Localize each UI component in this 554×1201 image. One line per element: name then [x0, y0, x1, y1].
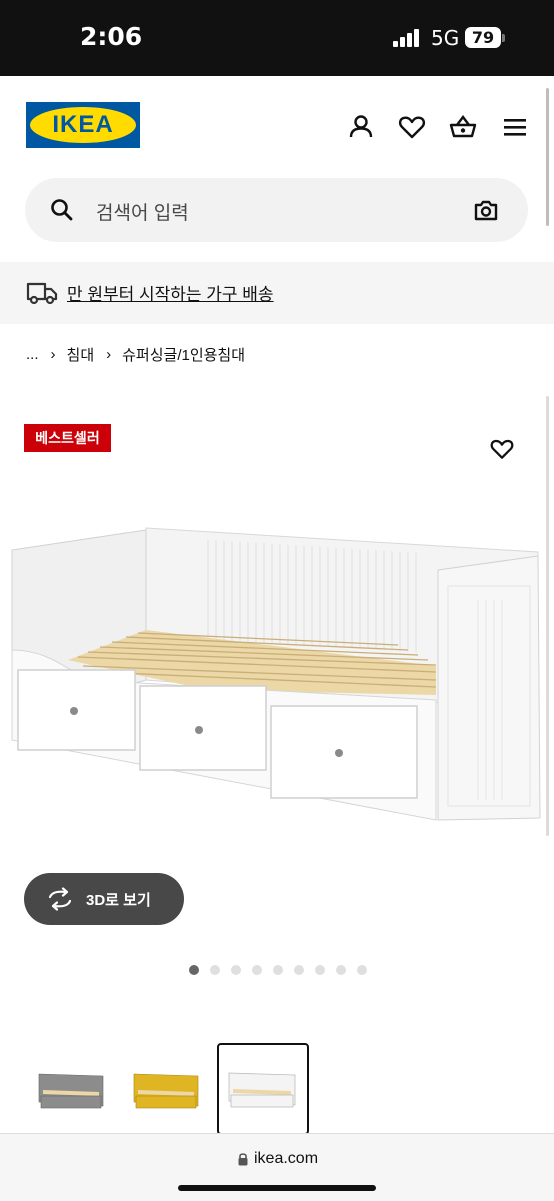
carousel-dot[interactable]: [189, 965, 199, 975]
network-label: 5G: [431, 26, 460, 50]
camera-icon[interactable]: [473, 197, 499, 223]
status-time: 2:06: [80, 22, 143, 51]
chevron-right-icon: ›: [50, 346, 56, 363]
carousel-dot[interactable]: [315, 965, 325, 975]
browser-url-bar[interactable]: ikea.com: [0, 1133, 554, 1201]
bestseller-badge: 베스트셀러: [24, 424, 111, 452]
thumbnail-gray[interactable]: [27, 1046, 113, 1132]
search-icon[interactable]: [49, 197, 75, 223]
carousel-dot[interactable]: [231, 965, 241, 975]
carousel-dot[interactable]: [294, 965, 304, 975]
scrollbar[interactable]: [546, 88, 549, 226]
thumbnail-yellow[interactable]: [122, 1046, 208, 1132]
logo-text: IKEA: [52, 111, 114, 138]
heart-icon[interactable]: [489, 436, 515, 462]
product-image[interactable]: [8, 520, 548, 830]
view-3d-label: 3D로 보기: [86, 892, 151, 909]
carousel-dot[interactable]: [252, 965, 262, 975]
breadcrumb-item-beds[interactable]: 침대: [67, 344, 95, 365]
truck-icon: [26, 282, 58, 305]
carousel-dot[interactable]: [273, 965, 283, 975]
breadcrumb-item-more[interactable]: ...: [26, 346, 39, 363]
home-indicator[interactable]: [178, 1185, 376, 1191]
search-bar[interactable]: 검색어 입력: [25, 178, 528, 242]
battery-icon: 79: [465, 27, 501, 48]
browser-url[interactable]: ikea.com: [254, 1150, 318, 1168]
carousel-dot[interactable]: [357, 965, 367, 975]
search-input[interactable]: 검색어 입력: [96, 198, 189, 225]
thumbnail-gray-image: [38, 1073, 104, 1109]
status-bar: 2:06 5G 79: [0, 0, 554, 76]
rotate-3d-icon: [48, 887, 72, 911]
carousel-dots: [189, 965, 378, 975]
breadcrumb-item-single-beds[interactable]: 슈퍼싱글/1인용침대: [122, 344, 245, 365]
basket-icon[interactable]: [448, 112, 478, 142]
ikea-logo[interactable]: IKEA: [26, 102, 140, 148]
thumbnail-yellow-image: [133, 1073, 199, 1109]
delivery-banner[interactable]: 만 원부터 시작하는 가구 배송: [0, 262, 554, 324]
carousel-dot[interactable]: [336, 965, 346, 975]
carousel-dot[interactable]: [210, 965, 220, 975]
chevron-right-icon: ›: [106, 346, 112, 363]
thumbnail-white-selected[interactable]: [217, 1043, 309, 1135]
breadcrumb: ... › 침대 › 슈퍼싱글/1인용침대: [26, 344, 245, 365]
battery-level: 79: [471, 28, 495, 47]
heart-icon[interactable]: [397, 112, 427, 142]
profile-icon[interactable]: [346, 112, 376, 142]
lock-icon: [238, 1153, 248, 1166]
delivery-banner-text[interactable]: 만 원부터 시작하는 가구 배송: [67, 280, 274, 305]
signal-icon: [393, 29, 419, 47]
view-3d-button[interactable]: 3D로 보기: [24, 873, 184, 925]
battery-cap: [502, 34, 505, 42]
thumbnail-white-image: [228, 1072, 296, 1108]
menu-icon[interactable]: [500, 112, 530, 142]
